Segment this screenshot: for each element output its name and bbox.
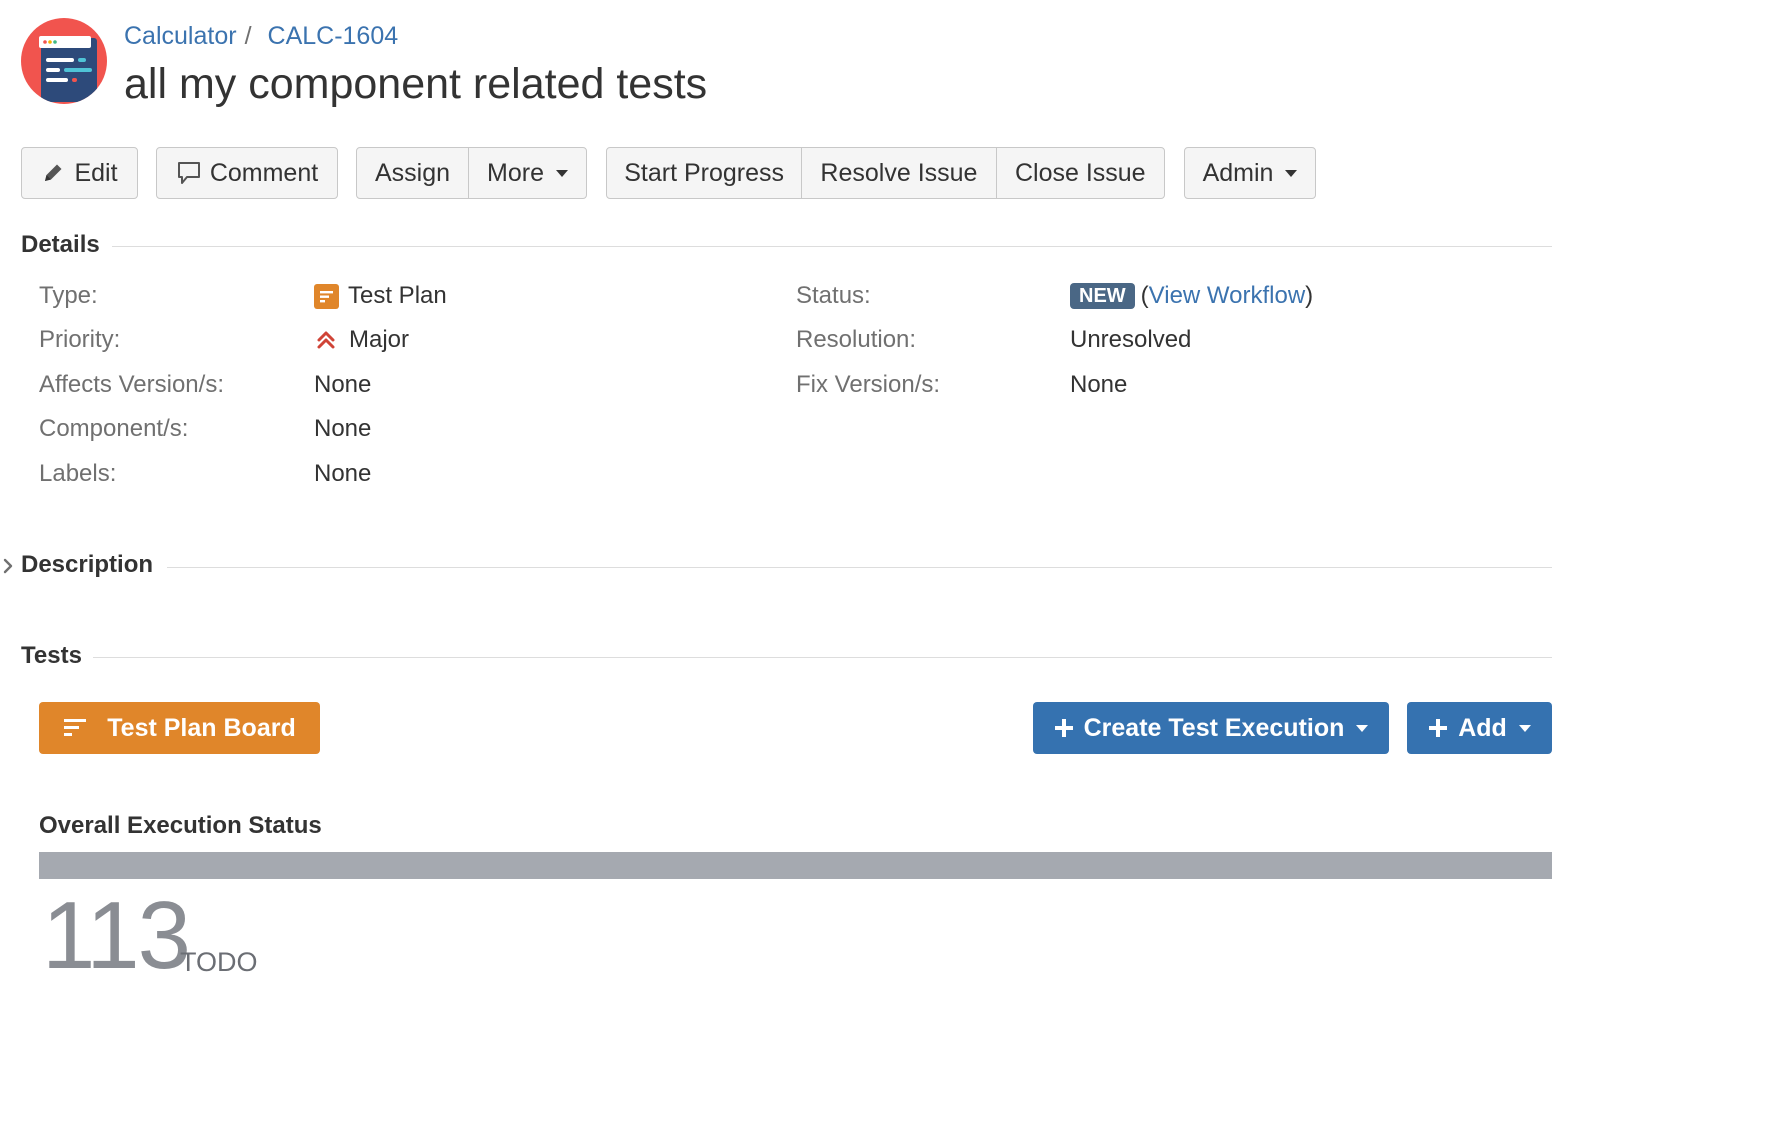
details-divider xyxy=(112,246,1552,247)
chevron-down-icon xyxy=(1356,724,1369,732)
comment-icon xyxy=(176,160,202,186)
fix-versions-value[interactable]: None xyxy=(1070,371,1127,399)
details-heading[interactable]: Details xyxy=(21,231,100,259)
breadcrumb-separator: / xyxy=(244,22,252,50)
create-test-execution-label: Create Test Execution xyxy=(1083,713,1345,742)
resolve-issue-button[interactable]: Resolve Issue xyxy=(801,148,995,198)
admin-button[interactable]: Admin xyxy=(1185,148,1315,198)
workflow-open-paren: ( xyxy=(1140,282,1149,309)
close-issue-button[interactable]: Close Issue xyxy=(995,148,1164,198)
more-label: More xyxy=(487,158,544,187)
components-label: Component/s: xyxy=(39,415,189,442)
board-icon xyxy=(63,716,87,740)
workflow-group: Start Progress Resolve Issue Close Issue xyxy=(606,147,1165,199)
chevron-down-icon xyxy=(556,169,568,177)
more-button[interactable]: More xyxy=(468,148,586,198)
description-divider xyxy=(167,567,1552,568)
priority-value-text: Major xyxy=(349,326,410,353)
affects-versions-label: Affects Version/s: xyxy=(39,371,224,398)
assign-more-group: Assign More xyxy=(356,147,587,199)
issue-summary[interactable]: all my component related tests xyxy=(124,58,707,110)
type-label: Type: xyxy=(39,282,98,309)
assign-button[interactable]: Assign xyxy=(357,148,468,198)
breadcrumb-issue-key-link[interactable]: CALC-1604 xyxy=(268,22,399,50)
priority-value: Major xyxy=(314,326,409,354)
description-heading[interactable]: Description xyxy=(21,551,153,579)
priority-major-icon xyxy=(314,328,338,352)
fix-versions-label: Fix Version/s: xyxy=(796,371,941,398)
tests-divider xyxy=(93,657,1552,658)
comment-button[interactable]: Comment xyxy=(157,148,337,198)
plus-icon xyxy=(1054,718,1074,738)
status-badge: NEW xyxy=(1070,283,1135,309)
comment-group: Comment xyxy=(156,147,338,199)
edit-label: Edit xyxy=(74,158,118,187)
labels-label: Labels: xyxy=(39,460,117,487)
view-workflow-link[interactable]: View Workflow xyxy=(1149,282,1306,310)
todo-progress-fill xyxy=(39,852,1552,879)
tests-heading[interactable]: Tests xyxy=(21,642,82,670)
execution-progress-bar[interactable] xyxy=(39,852,1552,879)
todo-count: 113 xyxy=(42,882,191,989)
status-label: Status: xyxy=(796,282,871,309)
test-plan-type-icon xyxy=(314,283,339,309)
plus-icon xyxy=(1428,718,1448,738)
project-avatar-icon[interactable] xyxy=(21,18,107,104)
status-value: NEW(View Workflow) xyxy=(1070,282,1313,310)
test-plan-board-button[interactable]: Test Plan Board xyxy=(39,702,320,754)
pencil-icon xyxy=(41,161,65,185)
comment-label: Comment xyxy=(209,158,319,187)
affects-versions-value[interactable]: None xyxy=(314,371,371,399)
breadcrumb-project-link[interactable]: Calculator xyxy=(124,22,237,50)
type-value-text: Test Plan xyxy=(348,282,447,309)
type-value: Test Plan xyxy=(314,282,447,310)
edit-group: Edit xyxy=(21,147,138,199)
overall-execution-status-heading: Overall Execution Status xyxy=(39,812,322,839)
priority-label: Priority: xyxy=(39,326,121,353)
resolution-label: Resolution: xyxy=(796,326,917,353)
create-test-execution-button[interactable]: Create Test Execution xyxy=(1033,702,1389,754)
components-value[interactable]: None xyxy=(314,415,371,443)
todo-label: TODO xyxy=(180,947,258,977)
breadcrumb: Calculator / CALC-1604 xyxy=(124,20,398,52)
chevron-down-icon xyxy=(1285,169,1298,177)
add-label: Add xyxy=(1458,713,1507,742)
chevron-down-icon xyxy=(1518,724,1531,732)
add-button[interactable]: Add xyxy=(1407,702,1552,754)
chevron-right-icon[interactable] xyxy=(2,557,14,580)
admin-label: Admin xyxy=(1202,158,1274,187)
test-plan-board-label: Test Plan Board xyxy=(107,713,296,742)
workflow-close-paren: ) xyxy=(1305,282,1314,309)
labels-value[interactable]: None xyxy=(314,460,371,488)
start-progress-button[interactable]: Start Progress xyxy=(607,148,801,198)
edit-button[interactable]: Edit xyxy=(22,148,137,198)
admin-group: Admin xyxy=(1184,147,1316,199)
resolution-value: Unresolved xyxy=(1070,326,1192,353)
